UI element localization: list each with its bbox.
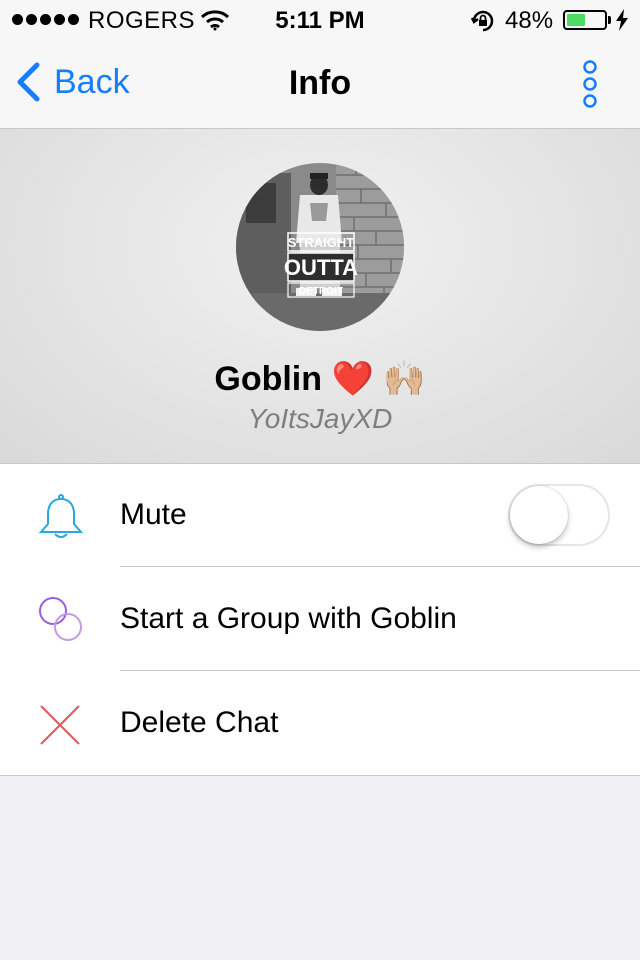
profile-username: YoItsJayXD bbox=[247, 403, 393, 434]
delete-chat-label: Delete Chat bbox=[120, 706, 279, 739]
more-vertical-dots-icon[interactable] bbox=[578, 60, 602, 110]
avatar[interactable]: STRAIGHT OUTTA DETROIT bbox=[236, 163, 404, 331]
mute-row[interactable]: Mute bbox=[0, 464, 640, 567]
start-group-row[interactable]: Start a Group with Goblin bbox=[0, 568, 640, 671]
row-divider bbox=[120, 670, 640, 671]
start-group-label: Start a Group with Goblin bbox=[120, 602, 457, 635]
row-divider bbox=[120, 566, 640, 567]
delete-chat-row[interactable]: Delete Chat bbox=[0, 672, 640, 775]
mute-label: Mute bbox=[120, 498, 187, 531]
battery-nub bbox=[608, 16, 611, 24]
mute-toggle[interactable] bbox=[508, 484, 610, 546]
group-circles-icon bbox=[39, 597, 82, 641]
x-icon bbox=[40, 705, 80, 745]
rotation-lock-icon bbox=[470, 10, 494, 32]
profile-name-row: Goblin ❤️ 🙌🏼 bbox=[0, 359, 640, 399]
page-title: Info bbox=[288, 64, 352, 102]
bell-icon bbox=[38, 494, 84, 538]
charging-bolt-icon bbox=[616, 9, 628, 31]
profile-name-emoji: ❤️ 🙌🏼 bbox=[331, 360, 426, 398]
svg-text:OUTTA: OUTTA bbox=[284, 255, 358, 280]
profile-header: STRAIGHT OUTTA DETROIT Goblin ❤️ 🙌🏼 YoIt… bbox=[0, 129, 640, 464]
svg-text:DETROIT: DETROIT bbox=[299, 286, 343, 297]
battery-icon bbox=[563, 10, 607, 30]
navigation-bar: Back Info bbox=[0, 40, 640, 129]
status-bar: ROGERS 5:11 PM 48% bbox=[0, 0, 640, 40]
options-list: Mute Start a Group with Goblin Delete Ch… bbox=[0, 464, 640, 776]
battery-percent: 48% bbox=[505, 7, 554, 34]
svg-text:STRAIGHT: STRAIGHT bbox=[288, 235, 355, 250]
profile-name: Goblin bbox=[214, 360, 323, 398]
